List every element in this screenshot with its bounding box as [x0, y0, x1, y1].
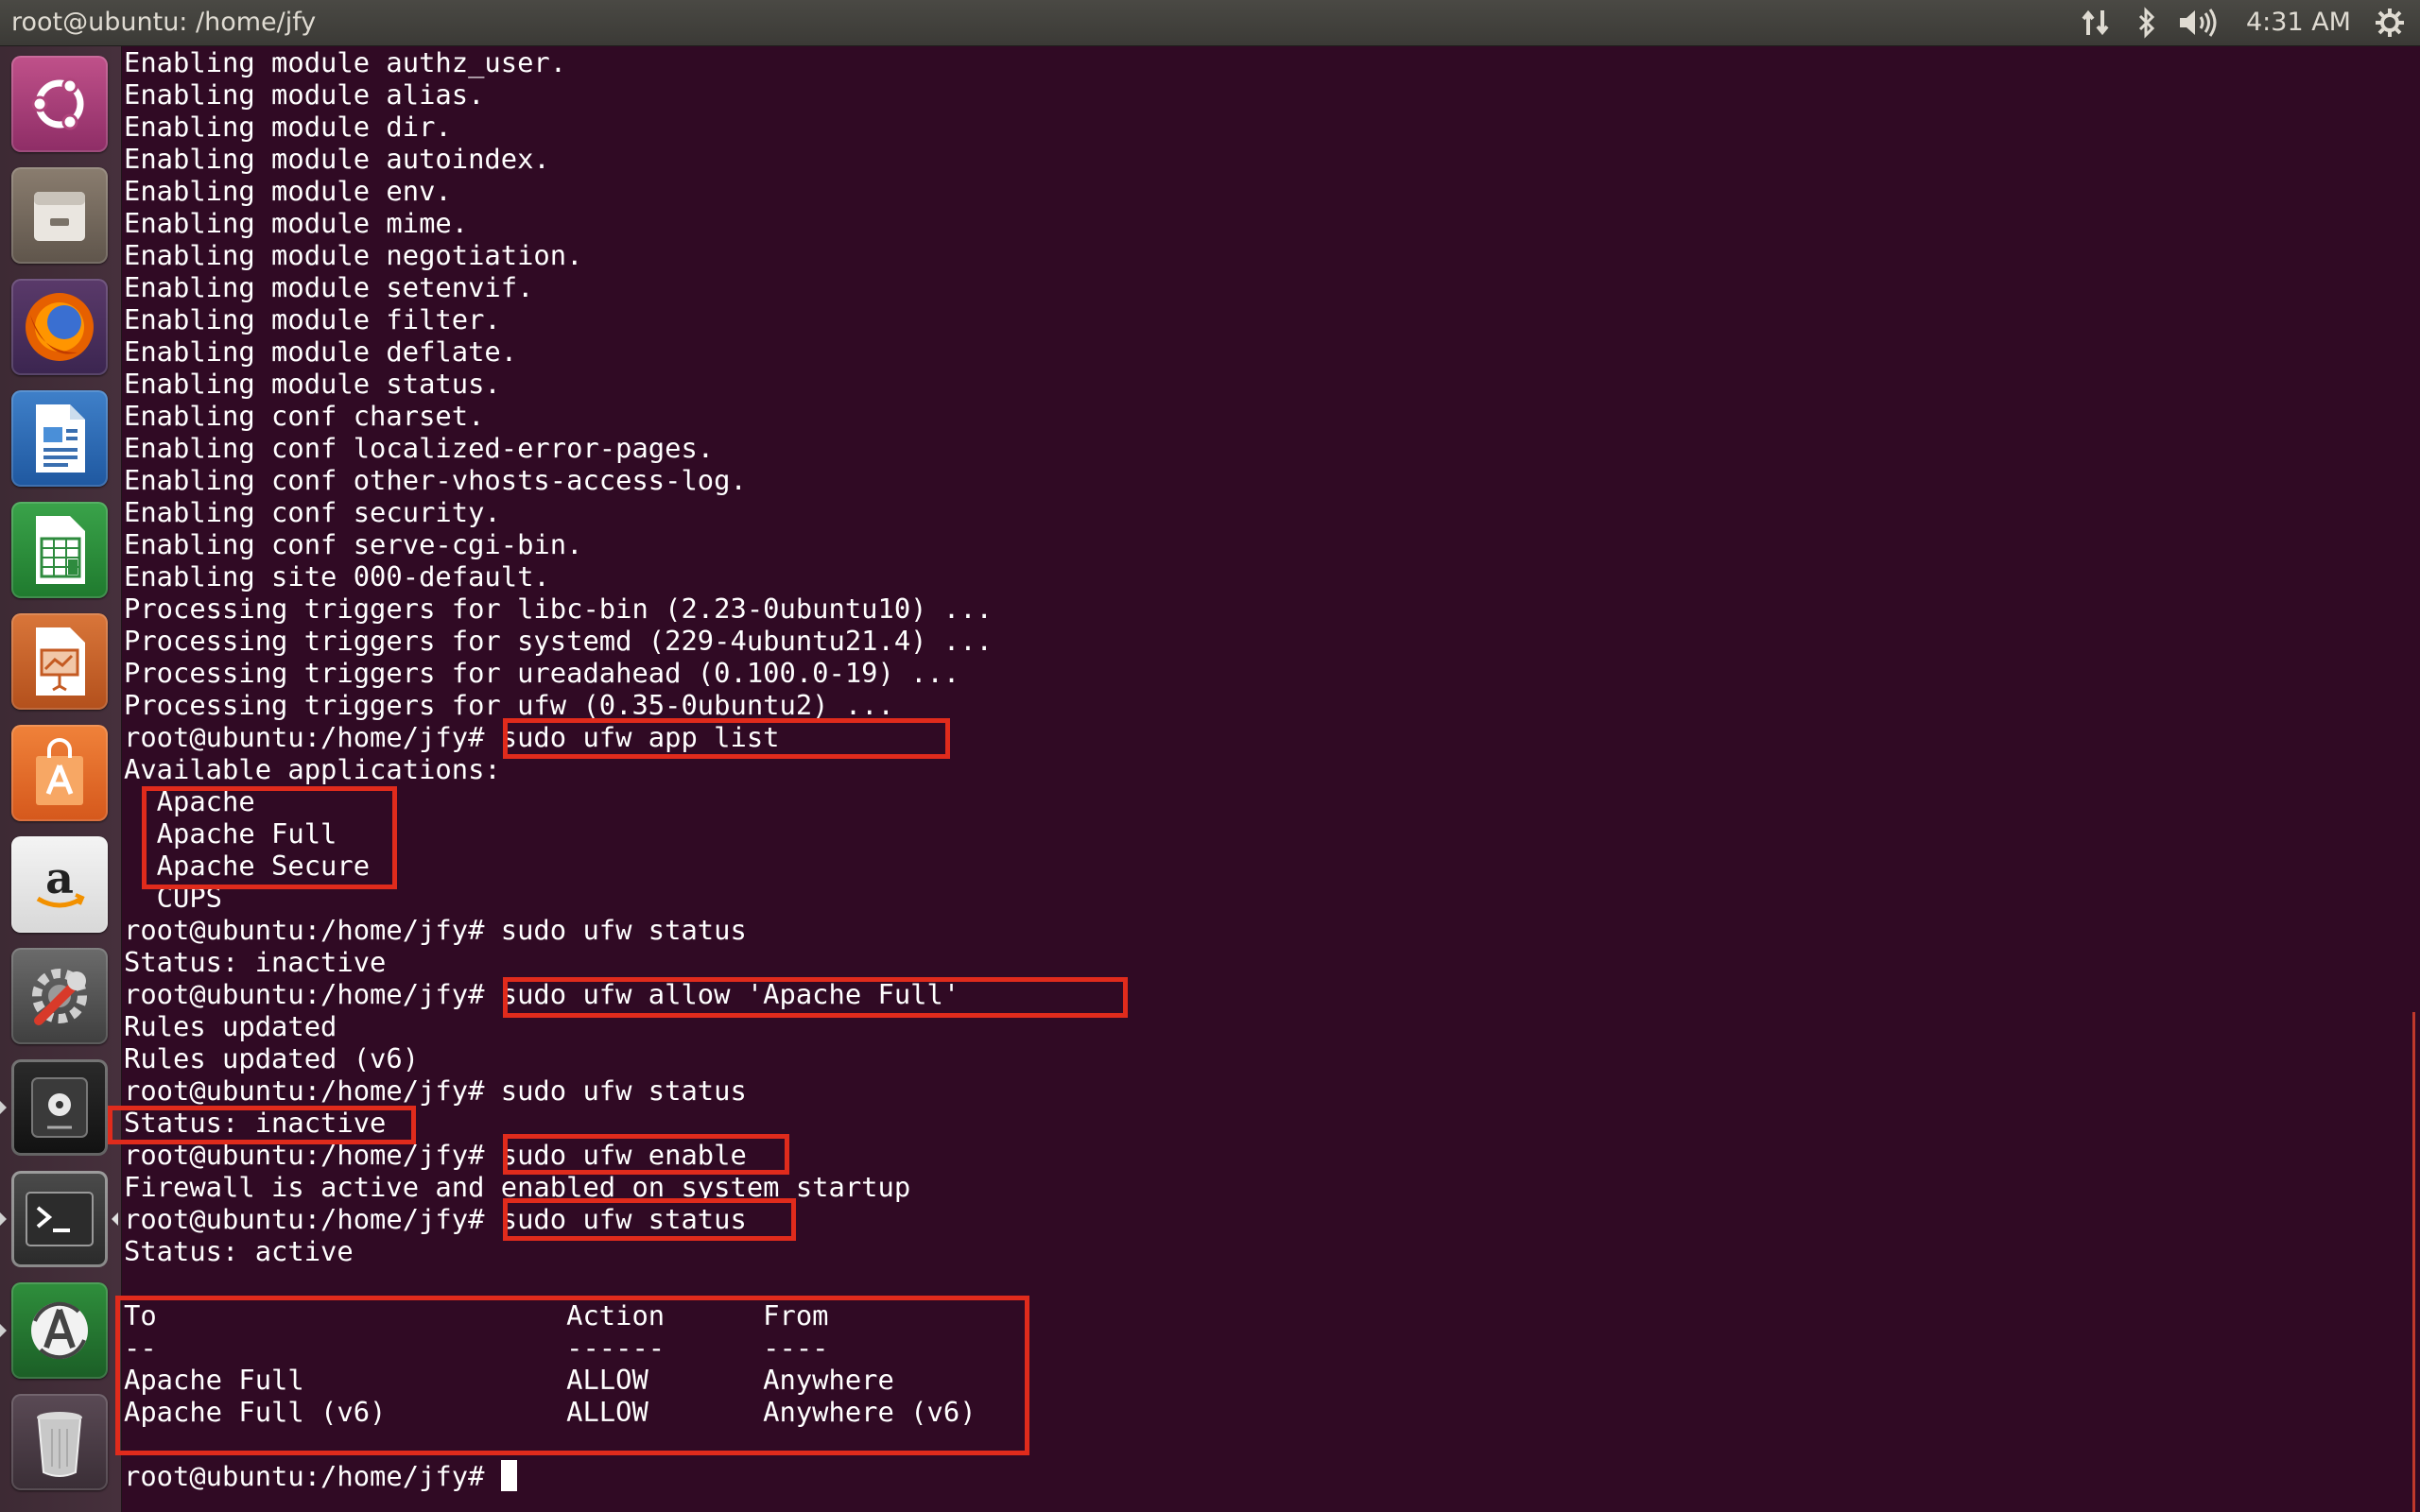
terminal-line: root@ubuntu:/home/jfy# sudo ufw app list	[124, 721, 780, 753]
terminal-line: root@ubuntu:/home/jfy# sudo ufw status	[124, 1074, 747, 1107]
terminal-line: Enabling module authz_user.	[124, 46, 567, 78]
terminal-line: Processing triggers for ureadahead (0.10…	[124, 657, 960, 689]
terminal-output: Enabling module authz_user. Enabling modu…	[124, 46, 993, 1492]
terminal-line: Enabling module negotiation.	[124, 239, 583, 271]
terminal-line: Enabling module deflate.	[124, 335, 518, 368]
terminal-line: Enabling module filter.	[124, 303, 501, 335]
updater-icon	[22, 1293, 97, 1368]
terminal-line: Rules updated	[124, 1010, 337, 1042]
window-title: root@ubuntu: /home/jfy	[11, 8, 317, 37]
ubuntu-logo-icon	[26, 71, 93, 137]
settings-wrench-icon	[22, 958, 97, 1034]
amazon-icon: a	[26, 851, 93, 918]
bluetooth-icon[interactable]	[2133, 0, 2161, 45]
network-icon[interactable]	[2076, 0, 2116, 45]
launcher-item-terminal[interactable]	[11, 1171, 108, 1267]
terminal-line: Apache Full	[124, 817, 337, 850]
document-icon	[26, 401, 93, 476]
terminal-line: Enabling conf security.	[124, 496, 501, 528]
launcher-running-indicator	[0, 1101, 7, 1114]
top-panel: root@ubuntu: /home/jfy 4:31 AM	[0, 0, 2420, 46]
launcher-item-trash[interactable]	[11, 1394, 108, 1490]
terminal-line: Enabling module env.	[124, 175, 452, 207]
terminal-line: Enabling module status.	[124, 368, 501, 400]
terminal-line: Status: inactive	[124, 1107, 387, 1139]
terminal-line: Enabling module mime.	[124, 207, 469, 239]
terminal-line: Processing triggers for libc-bin (2.23-0…	[124, 593, 993, 625]
terminal-line: Firewall is active and enabled on system…	[124, 1171, 911, 1203]
terminal-line: Available applications:	[124, 753, 501, 785]
launcher-item-dash[interactable]	[11, 56, 108, 152]
terminal-line: Apache Secure	[124, 850, 371, 882]
terminal-line: Processing triggers for ufw (0.35-0ubunt…	[124, 689, 894, 721]
terminal-line: -- ------ ----	[124, 1332, 829, 1364]
trash-icon	[31, 1404, 88, 1480]
terminal-line: root@ubuntu:/home/jfy# sudo ufw enable	[124, 1139, 747, 1171]
launcher-item-software[interactable]	[11, 725, 108, 821]
launcher-item-firefox[interactable]	[11, 279, 108, 375]
spreadsheet-icon	[26, 512, 93, 588]
terminal-line: Apache Full (v6) ALLOW Anywhere (v6)	[124, 1396, 977, 1428]
terminal-line: Apache	[124, 785, 255, 817]
launcher-running-indicator	[0, 1212, 7, 1226]
terminal-line: To Action From	[124, 1299, 829, 1332]
terminal-line: root@ubuntu:/home/jfy#	[124, 1460, 993, 1492]
terminal-line: root@ubuntu:/home/jfy# sudo ufw allow 'A…	[124, 978, 960, 1010]
terminal-scrollbar[interactable]	[2412, 1012, 2415, 1512]
launcher-item-calc[interactable]	[11, 502, 108, 598]
terminal-line: Enabling conf charset.	[124, 400, 485, 432]
terminal-line: Enabling module alias.	[124, 78, 485, 111]
terminal-line: Enabling module autoindex.	[124, 143, 550, 175]
terminal-line: Enabling conf other-vhosts-access-log.	[124, 464, 747, 496]
safe-disk-icon	[25, 1073, 95, 1143]
terminal-window[interactable]: Enabling module authz_user. Enabling modu…	[108, 46, 2420, 1512]
launcher-item-impress[interactable]	[11, 613, 108, 710]
launcher-item-writer[interactable]	[11, 390, 108, 487]
terminal-line: Enabling module dir.	[124, 111, 452, 143]
terminal-line: Apache Full ALLOW Anywhere	[124, 1364, 894, 1396]
terminal-line: Enabling site 000-default.	[124, 560, 550, 593]
launcher-item-amazon[interactable]: a	[11, 836, 108, 933]
clock[interactable]: 4:31 AM	[2246, 0, 2351, 45]
terminal-icon	[25, 1189, 95, 1249]
terminal-line: Status: inactive	[124, 946, 387, 978]
volume-icon[interactable]	[2174, 0, 2221, 45]
file-cabinet-icon	[26, 182, 93, 249]
terminal-line: Enabling conf serve-cgi-bin.	[124, 528, 583, 560]
launcher-focused-indicator	[112, 1212, 118, 1226]
presentation-icon	[26, 624, 93, 699]
svg-text:a: a	[45, 852, 74, 903]
launcher: a	[0, 46, 122, 1512]
launcher-item-updater[interactable]	[11, 1282, 108, 1379]
launcher-item-files[interactable]	[11, 167, 108, 264]
gear-icon[interactable]	[2371, 0, 2409, 45]
terminal-line: root@ubuntu:/home/jfy# sudo ufw status	[124, 914, 747, 946]
shopping-bag-icon	[26, 735, 93, 811]
launcher-item-disks[interactable]	[11, 1059, 108, 1156]
terminal-line: CUPS	[124, 882, 223, 914]
terminal-line: Enabling conf localized-error-pages.	[124, 432, 715, 464]
terminal-cursor	[500, 1460, 517, 1491]
terminal-line: Status: active	[124, 1235, 354, 1267]
terminal-line: Enabling module setenvif.	[124, 271, 534, 303]
firefox-icon	[19, 286, 100, 368]
launcher-item-settings[interactable]	[11, 948, 108, 1044]
terminal-line: root@ubuntu:/home/jfy# sudo ufw status	[124, 1203, 747, 1235]
terminal-line: Processing triggers for systemd (229-4ub…	[124, 625, 993, 657]
launcher-running-indicator	[0, 1324, 7, 1337]
terminal-line: Rules updated (v6)	[124, 1042, 420, 1074]
